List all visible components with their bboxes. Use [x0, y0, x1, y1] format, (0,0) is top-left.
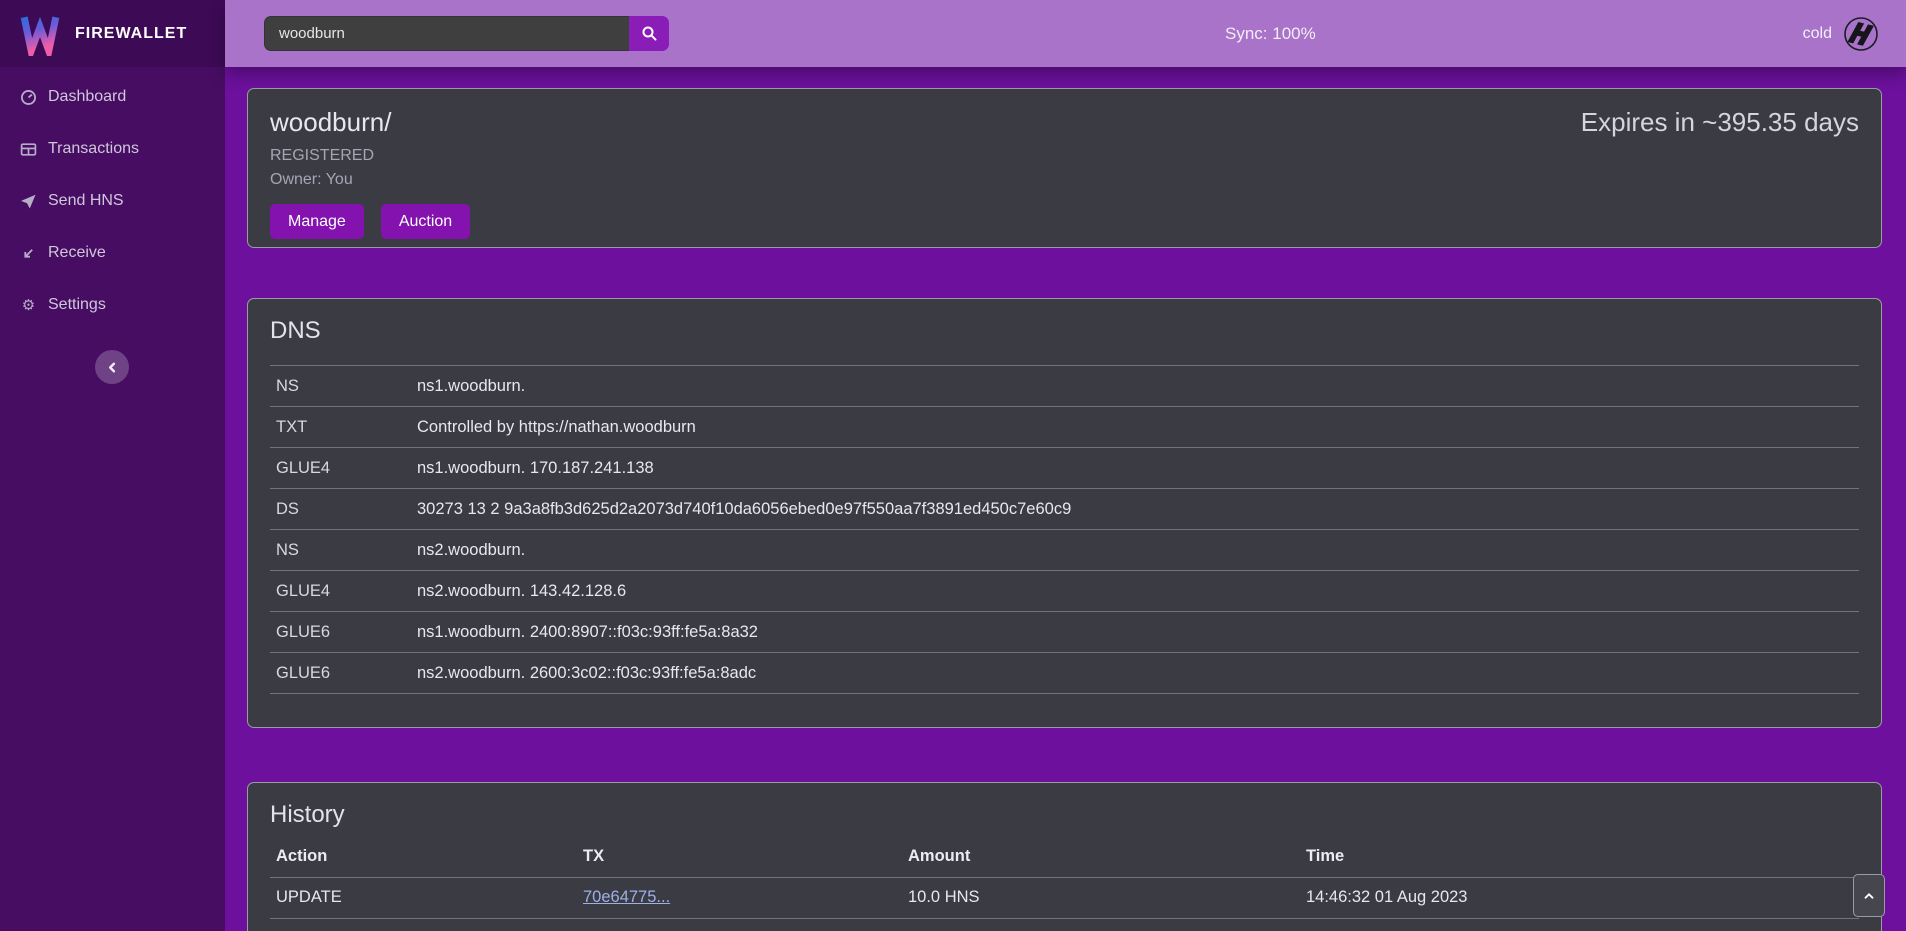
sidebar-item-label: Settings: [48, 296, 106, 314]
tx-link[interactable]: 70e64775...: [583, 888, 670, 906]
search-group: [264, 16, 669, 51]
manage-button[interactable]: Manage: [270, 204, 364, 239]
sidebar: FIREWALLET Dashboard Transactions Send H…: [0, 0, 225, 931]
history-time: 14:46:32 01 Aug 2023: [1300, 877, 1859, 918]
chevron-left-icon: [105, 360, 120, 375]
history-column-header: Time: [1300, 837, 1859, 877]
brand: FIREWALLET: [0, 0, 225, 67]
dns-record-value: ns1.woodburn.: [411, 366, 1859, 407]
history-table: ActionTXAmountTime UPDATE 70e64775... 10.0…: [270, 837, 1859, 931]
wallet-selector[interactable]: cold: [1803, 16, 1879, 52]
dns-record-value: ns2.woodburn.: [411, 530, 1859, 571]
history-tx-cell: 47bc3e5...: [577, 918, 902, 931]
dns-table-body: NSns1.woodburn.TXTControlled by https://…: [270, 366, 1859, 694]
history-row: RENEW47bc3e5...10.0 HNS15:47:06 07 Feb 2…: [270, 918, 1859, 931]
history-tx-cell: 70e64775...: [577, 877, 902, 918]
dashboard-gauge-icon: [20, 89, 37, 106]
domain-owner: Owner: You: [270, 171, 1859, 189]
sidebar-item-receive[interactable]: Receive: [0, 227, 225, 279]
dns-record-type: GLUE6: [270, 653, 411, 694]
history-column-header: TX: [577, 837, 902, 877]
dns-record-type: GLUE4: [270, 571, 411, 612]
history-header-row: ActionTXAmountTime: [270, 837, 1859, 877]
history-time: 15:47:06 07 Feb 2023: [1300, 918, 1859, 931]
dns-record-row: NSns2.woodburn.: [270, 530, 1859, 571]
dns-record-value: 30273 13 2 9a3a8fb3d625d2a2073d740f10da6…: [411, 489, 1859, 530]
dns-record-type: TXT: [270, 407, 411, 448]
sidebar-item-dashboard[interactable]: Dashboard: [0, 71, 225, 123]
history-action: UPDATE: [270, 877, 577, 918]
sidebar-nav: Dashboard Transactions Send HNS Receive: [0, 67, 225, 331]
send-paper-plane-icon: [20, 193, 37, 210]
dns-title: DNS: [270, 317, 1859, 345]
sidebar-item-label: Transactions: [48, 140, 139, 158]
dns-record-row: GLUE6ns1.woodburn. 2400:8907::f03c:93ff:…: [270, 612, 1859, 653]
sync-status: Sync: 100%: [1225, 0, 1316, 67]
history-action: RENEW: [270, 918, 577, 931]
history-column-header: Action: [270, 837, 577, 877]
brand-name: FIREWALLET: [75, 25, 187, 43]
dns-record-type: NS: [270, 530, 411, 571]
dns-record-row: GLUE4ns2.woodburn. 143.42.128.6: [270, 571, 1859, 612]
table-icon: [20, 141, 37, 158]
sidebar-collapse-button[interactable]: [95, 350, 129, 384]
history-row: UPDATE 70e64775... 10.0 HNS14:46:32 01 Aug…: [270, 877, 1859, 918]
handshake-hns-logo-icon: [1843, 16, 1879, 52]
dns-card: DNS NSns1.woodburn.TXTControlled by http…: [247, 298, 1882, 728]
history-column-header: Amount: [902, 837, 1300, 877]
dns-record-row: TXTControlled by https://nathan.woodburn: [270, 407, 1859, 448]
scroll-to-top-button[interactable]: [1853, 874, 1885, 917]
receive-arrow-icon: [20, 245, 37, 262]
chevron-up-icon: [1862, 889, 1876, 903]
dns-record-value: ns2.woodburn. 143.42.128.6: [411, 571, 1859, 612]
firewallet-logo-icon: [18, 12, 62, 56]
wallet-name: cold: [1803, 25, 1832, 43]
dns-record-value: Controlled by https://nathan.woodburn: [411, 407, 1859, 448]
history-table-body: UPDATE 70e64775... 10.0 HNS14:46:32 01 Aug…: [270, 877, 1859, 931]
sidebar-item-label: Dashboard: [48, 88, 126, 106]
main-area: Sync: 100% cold woodburn/ REGISTERED Own…: [225, 0, 1906, 931]
history-amount: 10.0 HNS: [902, 877, 1300, 918]
dns-record-row: GLUE4ns1.woodburn. 170.187.241.138: [270, 448, 1859, 489]
page-content: woodburn/ REGISTERED Owner: You Manage A…: [225, 67, 1906, 931]
history-amount: 10.0 HNS: [902, 918, 1300, 931]
search-icon: [641, 25, 658, 42]
domain-expiry: Expires in ~395.35 days: [1581, 107, 1859, 138]
history-title: History: [270, 801, 1859, 829]
sidebar-item-label: Receive: [48, 244, 106, 262]
search-button[interactable]: [629, 16, 669, 51]
dns-table: NSns1.woodburn.TXTControlled by https://…: [270, 365, 1859, 694]
gear-icon: ⚙: [20, 297, 37, 314]
sidebar-item-label: Send HNS: [48, 192, 124, 210]
dns-record-row: DS30273 13 2 9a3a8fb3d625d2a2073d740f10d…: [270, 489, 1859, 530]
topbar: Sync: 100% cold: [225, 0, 1906, 67]
sidebar-item-send-hns[interactable]: Send HNS: [0, 175, 225, 227]
app-window: FIREWALLET Dashboard Transactions Send H…: [0, 0, 1906, 931]
domain-card: woodburn/ REGISTERED Owner: You Manage A…: [247, 88, 1882, 248]
dns-record-type: GLUE6: [270, 612, 411, 653]
domain-status: REGISTERED: [270, 147, 1859, 165]
dns-record-value: ns1.woodburn. 2400:8907::f03c:93ff:fe5a:…: [411, 612, 1859, 653]
dns-record-type: GLUE4: [270, 448, 411, 489]
dns-record-value: ns2.woodburn. 2600:3c02::f03c:93ff:fe5a:…: [411, 653, 1859, 694]
domain-actions: Manage Auction: [270, 204, 1859, 239]
sidebar-item-settings[interactable]: ⚙ Settings: [0, 279, 225, 331]
dns-record-value: ns1.woodburn. 170.187.241.138: [411, 448, 1859, 489]
dns-record-type: DS: [270, 489, 411, 530]
auction-button[interactable]: Auction: [381, 204, 470, 239]
dns-record-type: NS: [270, 366, 411, 407]
dns-record-row: GLUE6ns2.woodburn. 2600:3c02::f03c:93ff:…: [270, 653, 1859, 694]
search-input[interactable]: [264, 16, 629, 51]
dns-record-row: NSns1.woodburn.: [270, 366, 1859, 407]
history-card: History ActionTXAmountTime UPDATE 70e6477…: [247, 782, 1882, 931]
sidebar-item-transactions[interactable]: Transactions: [0, 123, 225, 175]
